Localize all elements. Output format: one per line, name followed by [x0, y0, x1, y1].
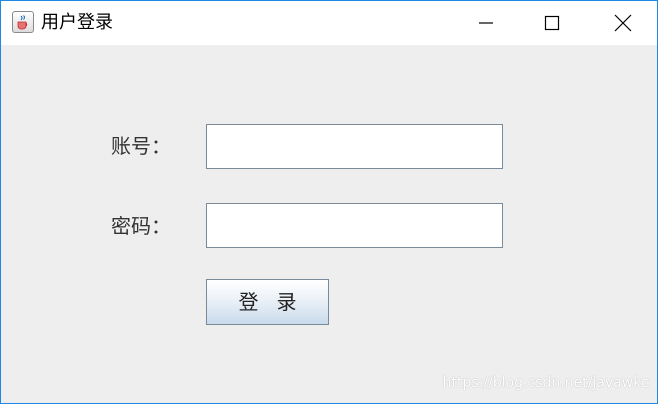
- minimize-icon: [479, 22, 493, 24]
- close-icon: [614, 14, 632, 32]
- password-input[interactable]: [206, 203, 503, 248]
- title-bar[interactable]: 用户登录: [1, 1, 657, 45]
- account-input[interactable]: [206, 124, 503, 169]
- java-cup-icon[interactable]: [12, 11, 34, 33]
- login-button[interactable]: 登录: [206, 279, 329, 325]
- window-title: 用户登录: [41, 12, 113, 33]
- maximize-button[interactable]: [529, 1, 575, 45]
- close-button[interactable]: [599, 1, 645, 45]
- watermark-text: https://blog.csdn.net/javawkc: [442, 375, 649, 391]
- minimize-button[interactable]: [463, 1, 509, 45]
- login-window: 用户登录 账号： 密码： 登录 https://blog.csdn.net/ja…: [0, 0, 658, 404]
- password-label: 密码：: [111, 214, 171, 238]
- maximize-icon: [544, 15, 560, 31]
- account-label: 账号：: [111, 134, 171, 158]
